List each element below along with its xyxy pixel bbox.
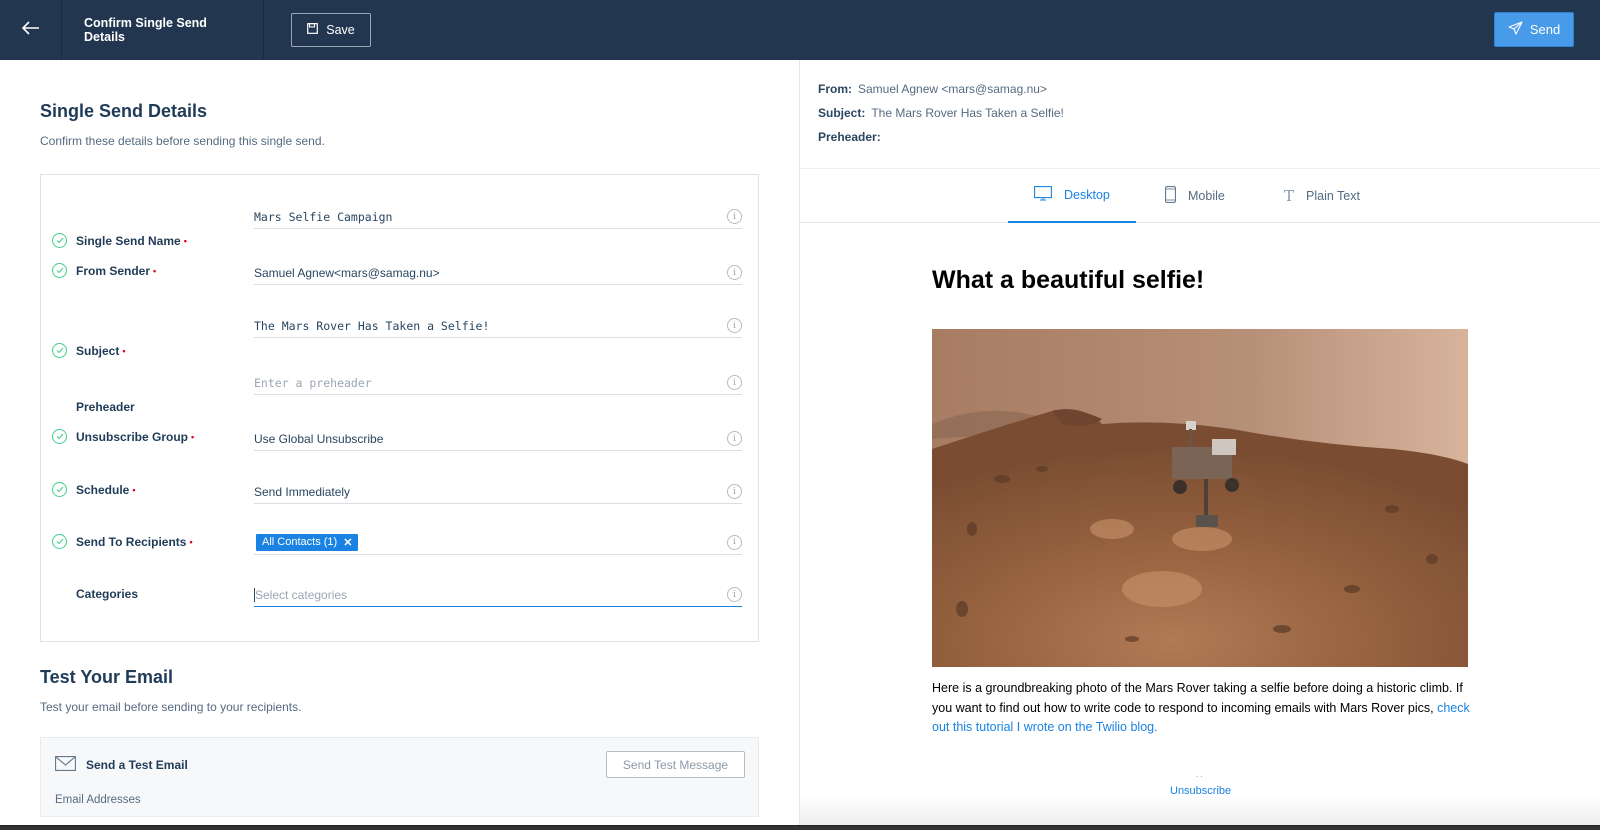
app-window: Confirm Single Send Details Save Send Si… bbox=[0, 0, 1600, 826]
schedule-select[interactable]: Send Immediately i bbox=[254, 480, 742, 504]
details-subtitle: Confirm these details before sending thi… bbox=[40, 134, 325, 148]
email-addresses-label: Email Addresses bbox=[55, 794, 141, 806]
subject-input[interactable]: The Mars Rover Has Taken a Selfie! i bbox=[254, 314, 742, 338]
unsubscribe-group-select[interactable]: Use Global Unsubscribe i bbox=[254, 427, 742, 451]
footer-dots: . . bbox=[1196, 770, 1203, 779]
tab-plain-text[interactable]: T Plain Text bbox=[1284, 169, 1360, 223]
save-button[interactable]: Save bbox=[291, 13, 371, 47]
floppy-disk-icon bbox=[307, 23, 319, 37]
schedule-label: Schedule • bbox=[76, 483, 136, 497]
desktop-icon bbox=[1034, 186, 1052, 204]
text-icon: T bbox=[1284, 187, 1295, 205]
test-email-header: Send a Test Email bbox=[55, 756, 188, 774]
check-circle-icon bbox=[52, 263, 67, 278]
info-icon[interactable]: i bbox=[727, 431, 742, 446]
arrow-left-icon bbox=[21, 20, 40, 40]
check-circle-icon bbox=[52, 233, 67, 248]
back-button[interactable] bbox=[0, 0, 62, 60]
mobile-icon bbox=[1165, 186, 1176, 206]
remove-tag-icon[interactable]: ✕ bbox=[343, 536, 352, 549]
preview-preheader: Preheader: bbox=[818, 130, 881, 144]
recipient-tag: All Contacts (1) ✕ bbox=[256, 533, 359, 551]
tab-mobile[interactable]: Mobile bbox=[1165, 169, 1225, 223]
unsubscribe-group-label: Unsubscribe Group • bbox=[76, 430, 195, 444]
send-label: Send bbox=[1529, 22, 1561, 37]
info-icon[interactable]: i bbox=[727, 318, 742, 333]
send-button[interactable]: Send bbox=[1494, 12, 1574, 47]
bottom-fade bbox=[800, 796, 1600, 825]
send-test-message-button[interactable]: Send Test Message bbox=[606, 751, 745, 778]
check-circle-icon bbox=[52, 343, 67, 358]
page-title: Confirm Single Send Details bbox=[62, 0, 264, 60]
test-email-box: Send a Test Email Send Test Message Emai… bbox=[40, 737, 759, 817]
email-heading: What a beautiful selfie! bbox=[932, 266, 1205, 294]
check-circle-icon bbox=[52, 429, 67, 444]
from-sender-label: From Sender • bbox=[76, 264, 157, 278]
from-sender-select[interactable]: Samuel Agnew<mars@samag.nu> i bbox=[254, 261, 742, 285]
preview-tabs: Desktop Mobile T Plain Text bbox=[800, 169, 1600, 223]
info-icon[interactable]: i bbox=[727, 534, 742, 550]
preview-subject: Subject: The Mars Rover Has Taken a Selfi… bbox=[818, 106, 1064, 120]
top-bar: Confirm Single Send Details Save Send bbox=[0, 0, 1600, 60]
details-form: Mars Selfie Campaign i Single Send Name •… bbox=[40, 174, 759, 642]
single-send-name-label: Single Send Name • bbox=[76, 234, 187, 248]
save-label: Save bbox=[326, 23, 355, 37]
email-preview: What a beautiful selfie! Here is a groun… bbox=[800, 224, 1600, 825]
email-body-text: Here is a groundbreaking photo of the Ma… bbox=[932, 681, 1463, 715]
paper-plane-icon bbox=[1508, 21, 1523, 38]
test-subtitle: Test your email before sending to your r… bbox=[40, 700, 302, 714]
check-circle-icon bbox=[52, 534, 67, 549]
details-title: Single Send Details bbox=[40, 101, 208, 121]
info-icon[interactable]: i bbox=[727, 265, 742, 280]
info-icon[interactable]: i bbox=[727, 375, 742, 390]
check-circle-icon bbox=[52, 482, 67, 497]
subject-label: Subject • bbox=[76, 344, 126, 358]
send-to-recipients-label: Send To Recipients • bbox=[76, 535, 193, 549]
recipients-select[interactable]: All Contacts (1) ✕ i bbox=[254, 530, 742, 555]
info-icon[interactable]: i bbox=[727, 209, 742, 224]
single-send-name-input[interactable]: Mars Selfie Campaign i bbox=[254, 205, 742, 229]
email-body: Here is a groundbreaking photo of the Ma… bbox=[932, 679, 1472, 738]
preheader-label: Preheader bbox=[76, 400, 135, 414]
test-title: Test Your Email bbox=[40, 667, 174, 687]
preheader-input[interactable]: Enter a preheader i bbox=[254, 371, 742, 395]
info-icon[interactable]: i bbox=[727, 484, 742, 499]
mars-rover-image bbox=[932, 329, 1468, 667]
info-icon[interactable]: i bbox=[727, 587, 742, 602]
preview-from: From: Samuel Agnew <mars@samag.nu> bbox=[818, 82, 1047, 96]
preview-pane: From: Samuel Agnew <mars@samag.nu> Subjec… bbox=[800, 60, 1600, 825]
envelope-icon bbox=[55, 756, 76, 774]
tab-desktop[interactable]: Desktop bbox=[1008, 169, 1136, 223]
details-pane: Single Send Details Confirm these detail… bbox=[0, 60, 800, 825]
categories-input[interactable]: Select categories i bbox=[254, 583, 742, 607]
categories-label: Categories bbox=[76, 587, 139, 601]
